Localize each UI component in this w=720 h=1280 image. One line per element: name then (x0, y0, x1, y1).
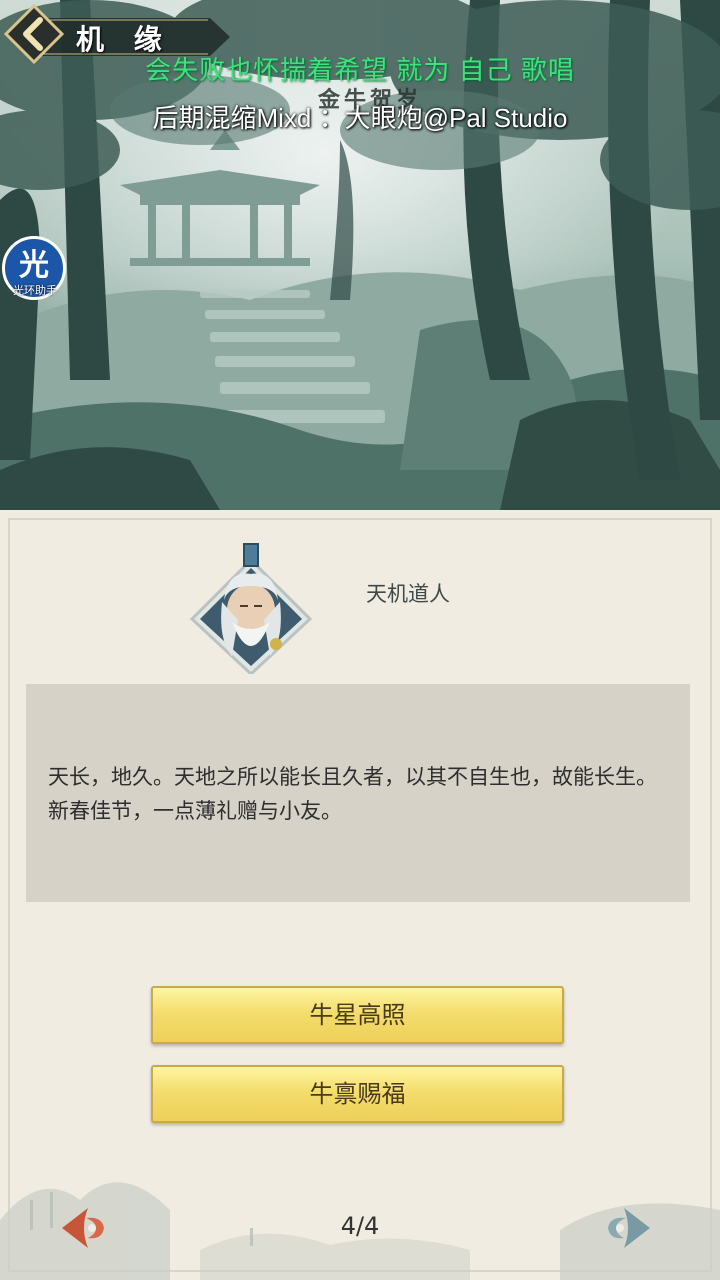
choice-button-2[interactable]: 牛禀赐福 (151, 1065, 564, 1123)
assistant-glyph: 光 (19, 248, 49, 283)
arrow-right-icon (608, 1208, 650, 1248)
speaker-portrait (188, 540, 314, 677)
speaker-name: 天机道人 (366, 582, 450, 606)
assistant-label: 光环助手 (13, 284, 57, 297)
assistant-floating-button[interactable]: 光 光环助手 (0, 234, 70, 300)
choice-button-1[interactable]: 牛星高照 (151, 986, 564, 1044)
dialog-panel: 天机道人 天长，地久。天地之所以能长且久者，以其不自生也，故能长生。新春佳节，一… (0, 510, 720, 1280)
dialog-box: 天长，地久。天地之所以能长且久者，以其不自生也，故能长生。新春佳节，一点薄礼赠与… (26, 684, 690, 902)
scene-background: 机 缘 金牛贺岁 会失败也怀揣着希望 就为 自己 歌唱 后期混缩Mixd ：大眼… (0, 0, 720, 510)
lyric-subtitle-line1: 会失败也怀揣着希望 就为 自己 歌唱 (145, 55, 575, 85)
next-page-button[interactable] (602, 1202, 654, 1254)
daoist-portrait-icon (189, 543, 313, 677)
lyric-subtitle-line2: 后期混缩Mixd ：大眼炮@Pal Studio (152, 103, 568, 133)
dialog-text: 天长，地久。天地之所以能长且久者，以其不自生也，故能长生。新春佳节，一点薄礼赠与… (48, 765, 657, 823)
